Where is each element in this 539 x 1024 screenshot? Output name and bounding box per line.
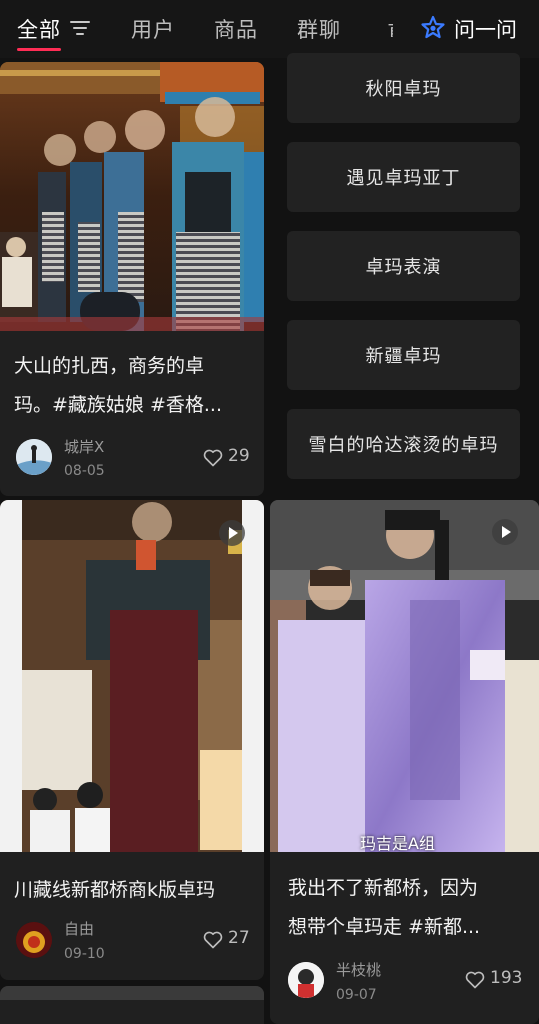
post-date-2: 09-10 bbox=[64, 946, 105, 962]
avatar[interactable] bbox=[288, 962, 324, 998]
post-photo-2[interactable] bbox=[0, 500, 264, 852]
post-card-2[interactable]: 川藏线新都桥商k版卓玛 自由 09-10 27 bbox=[0, 500, 264, 980]
video-play-icon bbox=[492, 519, 518, 545]
active-tab-indicator bbox=[17, 48, 61, 51]
post-author-2[interactable]: 自由 bbox=[64, 918, 94, 939]
tab-overflow-partial[interactable]: 直 bbox=[387, 17, 393, 37]
ktv-performance-photo bbox=[0, 500, 264, 852]
post-likes-3: 193 bbox=[490, 968, 523, 988]
tab-users[interactable]: 用户 bbox=[131, 14, 175, 44]
ask-star-icon bbox=[421, 15, 445, 39]
post-title-3-line2: 想带个卓玛走 #新都... bbox=[288, 916, 481, 938]
post-photo-3[interactable] bbox=[270, 500, 539, 852]
purple-dress-dance-photo bbox=[270, 500, 539, 852]
post-card-1[interactable]: 大山的扎西，商务的卓 玛。#藏族姑娘 #香格... 城岸X 08-05 29 bbox=[0, 62, 264, 496]
post-author-3[interactable]: 半枝桃 bbox=[336, 959, 381, 980]
heart-icon[interactable] bbox=[203, 931, 223, 949]
ask-button[interactable]: 问一问 bbox=[420, 13, 530, 45]
post-photo-1[interactable] bbox=[0, 62, 264, 331]
post-date-3: 09-07 bbox=[336, 987, 377, 1003]
post-likes-1: 29 bbox=[228, 446, 250, 466]
tab-group-chats[interactable]: 群聊 bbox=[297, 14, 341, 44]
ask-label: 问一问 bbox=[454, 18, 517, 42]
post-author-1[interactable]: 城岸X bbox=[64, 436, 104, 457]
tab-products[interactable]: 商品 bbox=[214, 14, 258, 44]
post-likes-2: 27 bbox=[228, 928, 250, 948]
post-title-1-line1: 大山的扎西，商务的卓 bbox=[14, 355, 205, 377]
top-tab-bar: 全部 用户 商品 群聊 直 问一问 bbox=[0, 0, 539, 58]
post-title-3-line1: 我出不了新都桥，因为 bbox=[288, 877, 479, 899]
suggestion-chip[interactable]: 雪白的哈达滚烫的卓玛 bbox=[287, 409, 520, 479]
heart-icon[interactable] bbox=[465, 971, 485, 989]
avatar[interactable] bbox=[16, 439, 52, 475]
video-play-icon bbox=[219, 520, 245, 546]
post-title-2-line1: 川藏线新都桥商k版卓玛 bbox=[14, 879, 216, 901]
suggestion-chip[interactable]: 新疆卓玛 bbox=[287, 320, 520, 390]
avatar[interactable] bbox=[16, 922, 52, 958]
suggestion-chip[interactable]: 秋阳卓玛 bbox=[287, 53, 520, 123]
suggestion-chip[interactable]: 遇见卓玛亚丁 bbox=[287, 142, 520, 212]
post-card-partial[interactable] bbox=[0, 986, 264, 1024]
suggestion-chip[interactable]: 卓玛表演 bbox=[287, 231, 520, 301]
tab-all[interactable]: 全部 bbox=[17, 14, 61, 44]
video-subtitle: 玛吉是A组 bbox=[360, 834, 435, 853]
filter-icon[interactable] bbox=[70, 19, 90, 37]
post-title-1-line2: 玛。#藏族姑娘 #香格... bbox=[14, 394, 222, 416]
heart-icon[interactable] bbox=[203, 449, 223, 467]
post-date-1: 08-05 bbox=[64, 463, 105, 479]
post-card-3[interactable]: 我出不了新都桥，因为 想带个卓玛走 #新都... 半枝桃 09-07 193 bbox=[270, 500, 539, 1024]
stage-performance-photo bbox=[0, 62, 264, 331]
